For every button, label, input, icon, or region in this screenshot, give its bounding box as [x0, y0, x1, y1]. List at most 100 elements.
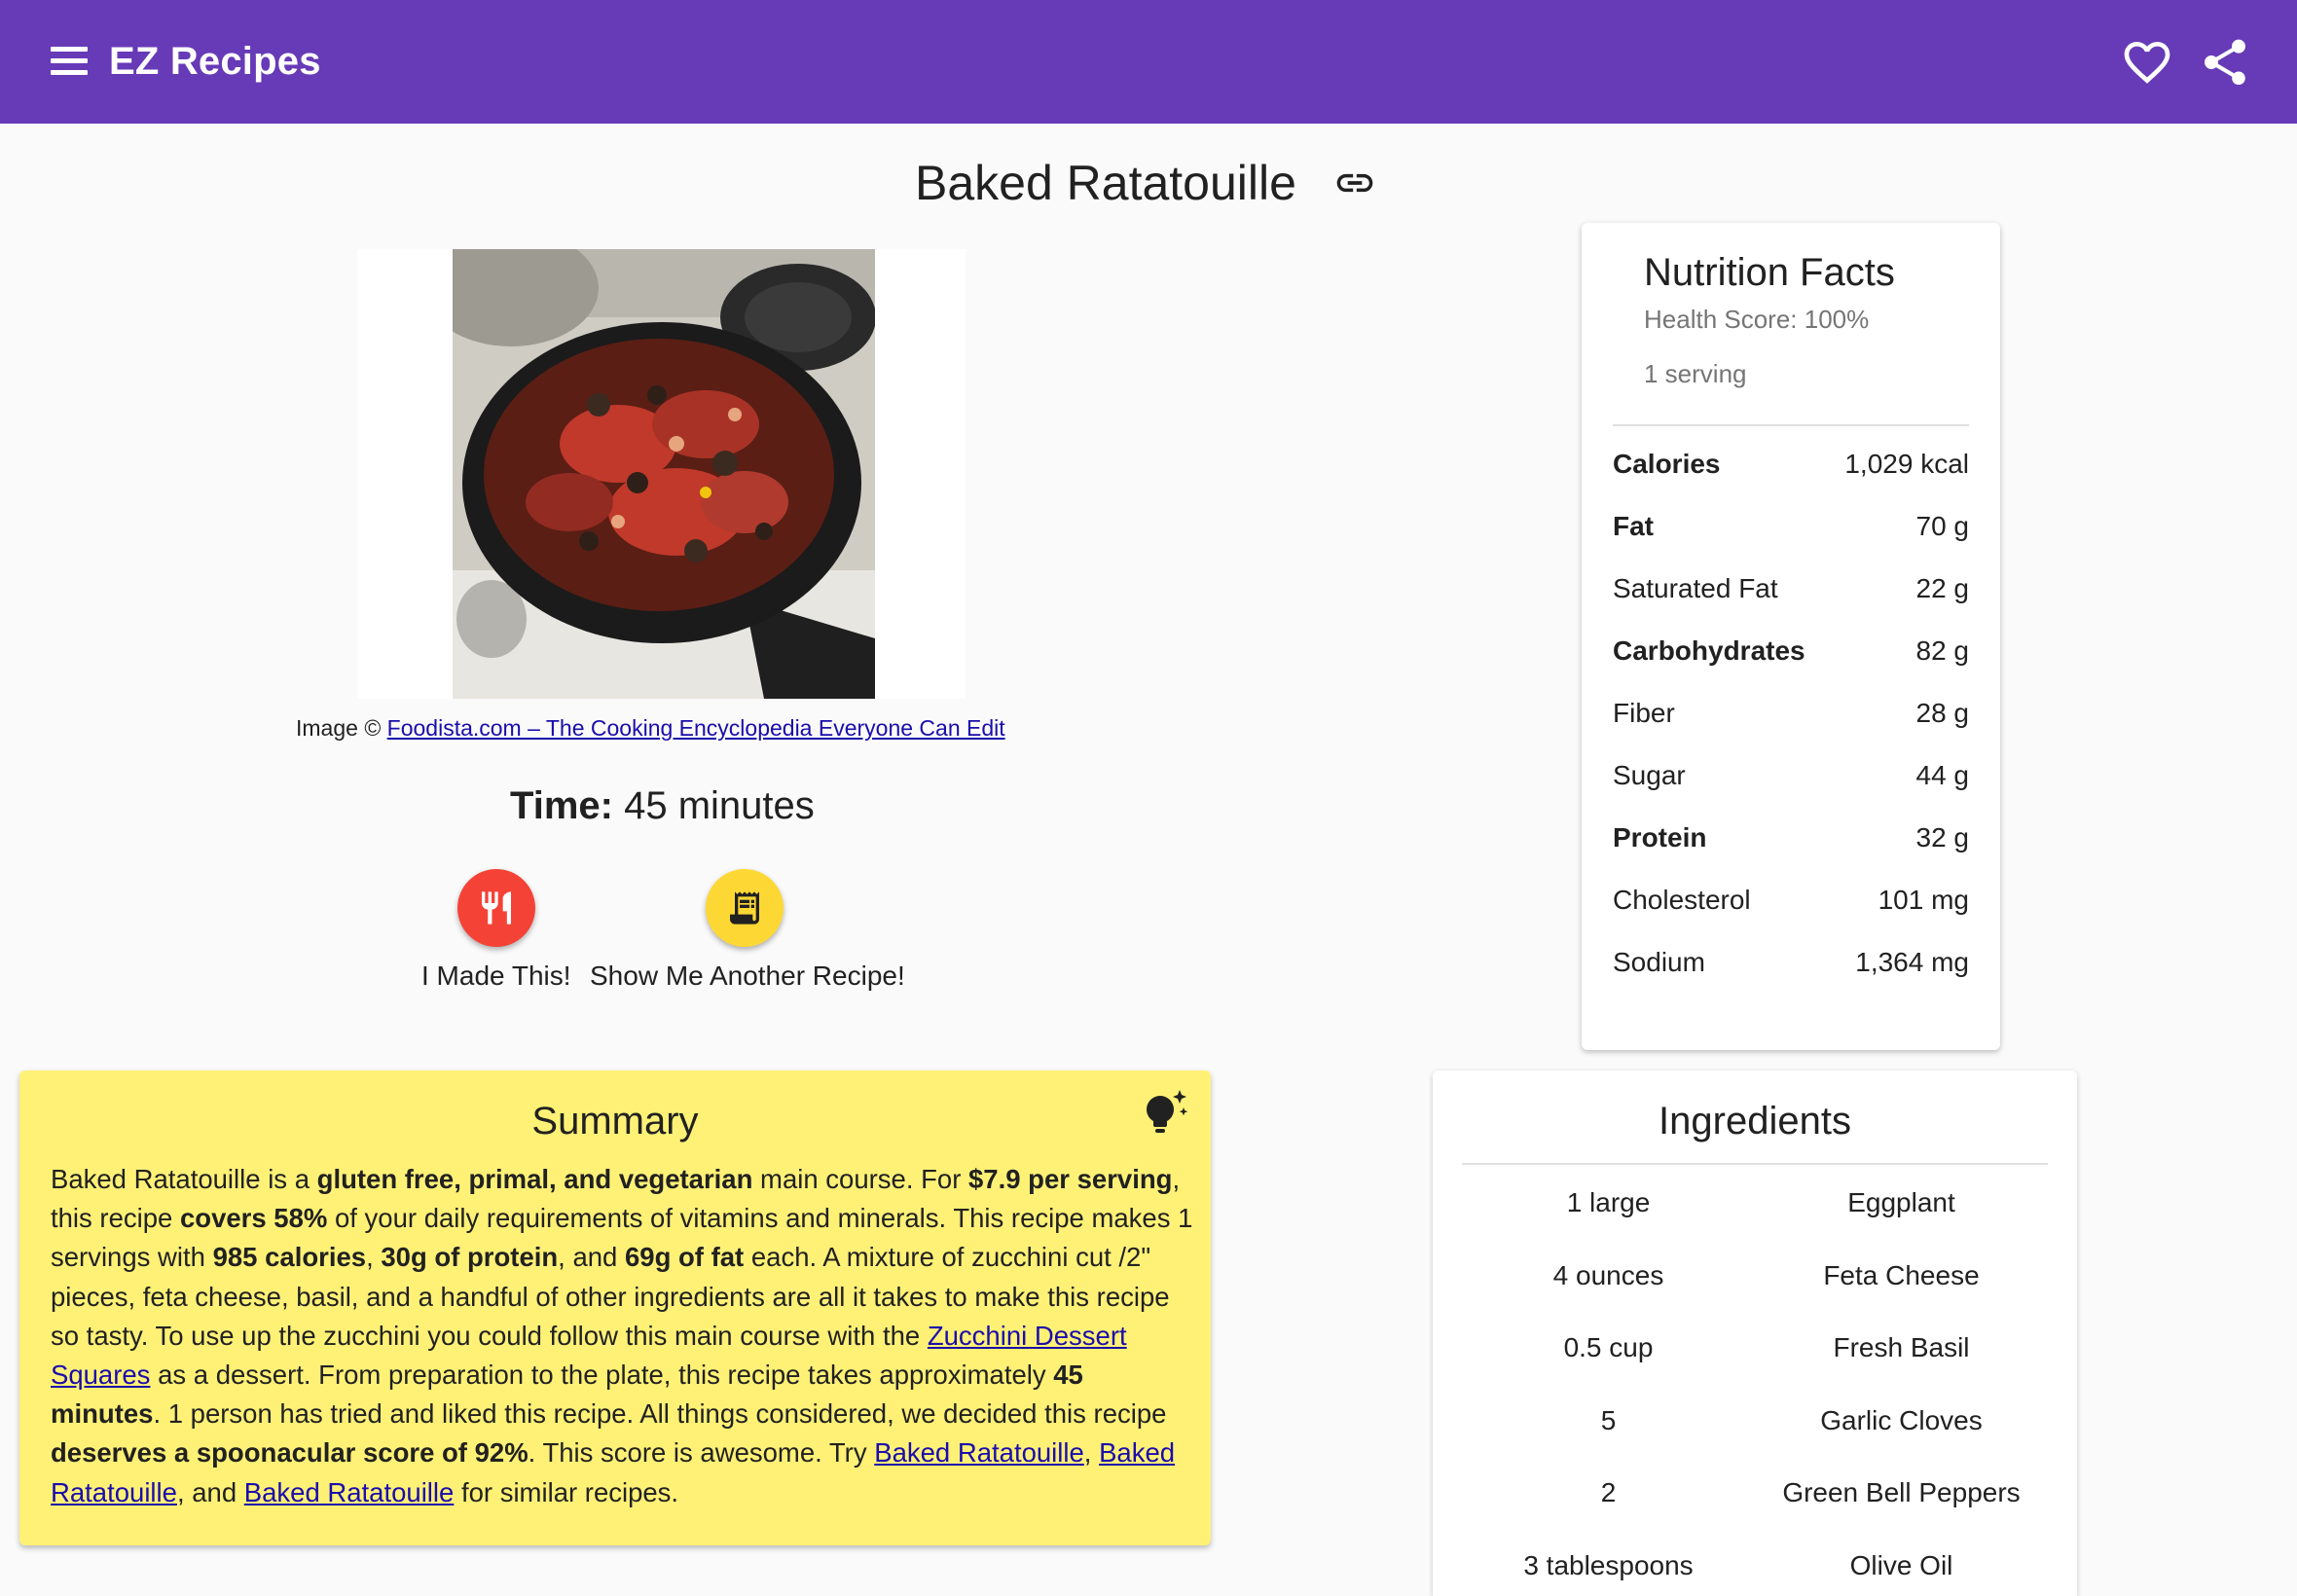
nutrient-label: Cholesterol	[1613, 885, 1751, 915]
nutrition-row: Sodium 1,364 mg	[1613, 943, 1969, 982]
summary-highlight: $7.9 per serving	[968, 1164, 1173, 1194]
ingredient-name: Feta Cheese	[1823, 1260, 1980, 1290]
tips-button[interactable]	[1141, 1086, 1191, 1137]
nutrient-value: 28 g	[1915, 698, 1970, 728]
summary-highlight: covers 58%	[179, 1203, 328, 1234]
restaurant-icon	[482, 891, 511, 925]
nutrition-divider	[1613, 424, 1969, 426]
favorite-button[interactable]	[2120, 35, 2174, 90]
nutrition-row: Carbohydrates 82 g	[1613, 632, 1969, 671]
nutrient-label: Protein	[1613, 822, 1707, 852]
nutrition-row: Sugar 44 g	[1613, 756, 1969, 795]
ingredient-name: Green Bell Peppers	[1782, 1477, 2021, 1507]
summary-recipe-link[interactable]: Baked Ratatouille	[874, 1437, 1084, 1468]
show-another-recipe-label: Show Me Another Recipe!	[590, 961, 905, 991]
summary-highlight: 30g of protein	[381, 1242, 559, 1273]
menu-button[interactable]	[41, 36, 99, 87]
nutrition-row: Calories 1,029 kcal	[1613, 445, 1969, 484]
health-score: Health Score: 100%	[1644, 305, 1870, 334]
nutrient-label: Saturated Fat	[1613, 573, 1778, 603]
ingredients-divider	[1462, 1163, 2048, 1165]
top-app-bar: EZ Recipes	[0, 0, 2297, 124]
summary-text-segment: as a dessert. From preparation to the pl…	[150, 1360, 1054, 1391]
share-button[interactable]	[2198, 35, 2252, 90]
summary-text-segment: main course. For	[752, 1164, 969, 1194]
ingredient-amount: 3 tablespoons	[1523, 1550, 1694, 1580]
summary-text-segment: ,	[366, 1242, 382, 1273]
ingredient-row: 4 ounces Feta Cheese	[1462, 1256, 2048, 1295]
copy-link-button[interactable]	[1333, 162, 1376, 204]
nutrient-label: Carbohydrates	[1613, 635, 1805, 666]
summary-highlight: 985 calories	[212, 1242, 367, 1273]
recipe-title: Baked Ratatouille	[915, 156, 1296, 210]
heart-outline-icon	[2124, 42, 2170, 84]
lightbulb-sparkle-icon	[1147, 1090, 1188, 1133]
summary-text-segment: . 1 person has tried and liked this reci…	[153, 1398, 1167, 1430]
time-label: Time:	[510, 784, 613, 827]
summary-highlight: gluten free, primal, and vegetarian	[316, 1164, 753, 1194]
show-another-recipe-button[interactable]	[706, 869, 784, 947]
share-icon	[2205, 39, 2245, 86]
ingredient-amount: 5	[1600, 1405, 1617, 1435]
ingredient-name: Fresh Basil	[1833, 1332, 1970, 1362]
i-made-this-button[interactable]	[457, 869, 535, 947]
nutrient-value: 101 mg	[1878, 885, 1969, 915]
cook-time: Time: 45 minutes	[510, 779, 815, 833]
recipe-title-row: Baked Ratatouille	[915, 146, 1376, 220]
ingredient-name: Garlic Cloves	[1820, 1405, 1983, 1435]
ingredient-amount: 1 large	[1566, 1187, 1651, 1217]
receipt-icon	[730, 891, 759, 925]
summary-text-segment: for similar recipes.	[454, 1476, 679, 1507]
serving-size: 1 serving	[1644, 359, 1747, 388]
nutrient-label: Fiber	[1613, 698, 1675, 728]
ingredients-title: Ingredients	[1659, 1100, 1851, 1143]
summary-text-segment: Baked Ratatouille is a	[51, 1164, 317, 1194]
nutrient-value: 70 g	[1915, 511, 1970, 541]
nutrition-row: Saturated Fat 22 g	[1613, 569, 1969, 608]
ingredient-name: Olive Oil	[1849, 1550, 1953, 1580]
ingredient-row: 5 Garlic Cloves	[1462, 1401, 2048, 1440]
nutrition-row: Fat 70 g	[1613, 507, 1969, 546]
nutrient-label: Fat	[1613, 511, 1654, 541]
ingredient-amount: 0.5 cup	[1563, 1332, 1654, 1362]
recipe-image	[453, 249, 875, 699]
nutrient-label: Calories	[1613, 449, 1721, 479]
nutrient-value: 44 g	[1915, 760, 1970, 790]
recipe-image-container	[357, 249, 966, 699]
summary-text-segment: , and	[176, 1476, 244, 1507]
nutrition-row: Cholesterol 101 mg	[1613, 881, 1969, 920]
summary-text-segment: ,	[1083, 1437, 1100, 1469]
nutrient-value: 22 g	[1915, 573, 1970, 603]
ingredients-card: Ingredients 1 large Eggplant 4 ounces Feta …	[1433, 1070, 2077, 1596]
nutrient-label: Sugar	[1613, 760, 1686, 790]
nutrient-value: 1,029 kcal	[1844, 449, 1969, 479]
link-icon	[1336, 173, 1373, 193]
nutrition-row: Protein 32 g	[1613, 818, 1969, 857]
app-title: EZ Recipes	[109, 40, 321, 83]
ingredient-row: 3 tablespoons Olive Oil	[1462, 1546, 2048, 1585]
summary-highlight: deserves a spoonacular score of 92%	[51, 1437, 529, 1469]
image-credit-prefix: Image ©	[296, 715, 382, 741]
summary-title: Summary	[531, 1100, 699, 1143]
ingredient-amount: 4 ounces	[1552, 1260, 1664, 1290]
summary-recipe-link[interactable]: Baked Ratatouille	[244, 1477, 455, 1507]
nutrient-value: 32 g	[1915, 822, 1970, 852]
nutrition-facts-card: Nutrition Facts Health Score: 100% 1 ser…	[1582, 223, 2000, 1050]
summary-highlight: 69g of fat	[624, 1242, 745, 1273]
summary-text: Baked Ratatouille is a gluten free, prim…	[51, 1160, 1199, 1512]
ingredient-name: Eggplant	[1847, 1187, 1955, 1217]
image-credit-link[interactable]: Foodista.com – The Cooking Encyclopedia …	[387, 715, 1005, 741]
ingredient-amount: 2	[1600, 1477, 1617, 1507]
ingredient-row: 0.5 cup Fresh Basil	[1462, 1328, 2048, 1367]
ingredient-row: 1 large Eggplant	[1462, 1183, 2048, 1222]
summary-text-segment: , and	[558, 1242, 625, 1273]
image-credit: Image © Foodista.com – The Cooking Encyc…	[296, 713, 1005, 743]
nutrient-value: 82 g	[1915, 635, 1970, 666]
time-value: 45 minutes	[624, 784, 815, 827]
nutrition-title: Nutrition Facts	[1644, 251, 1895, 294]
nutrient-label: Sodium	[1613, 947, 1705, 977]
summary-card: Summary Baked Ratatouille is a gluten fr…	[19, 1070, 1211, 1545]
nutrition-row: Fiber 28 g	[1613, 694, 1969, 733]
ratatouille-pan-illustration	[453, 249, 875, 699]
summary-text-segment: . This score is awesome. Try	[528, 1437, 875, 1469]
